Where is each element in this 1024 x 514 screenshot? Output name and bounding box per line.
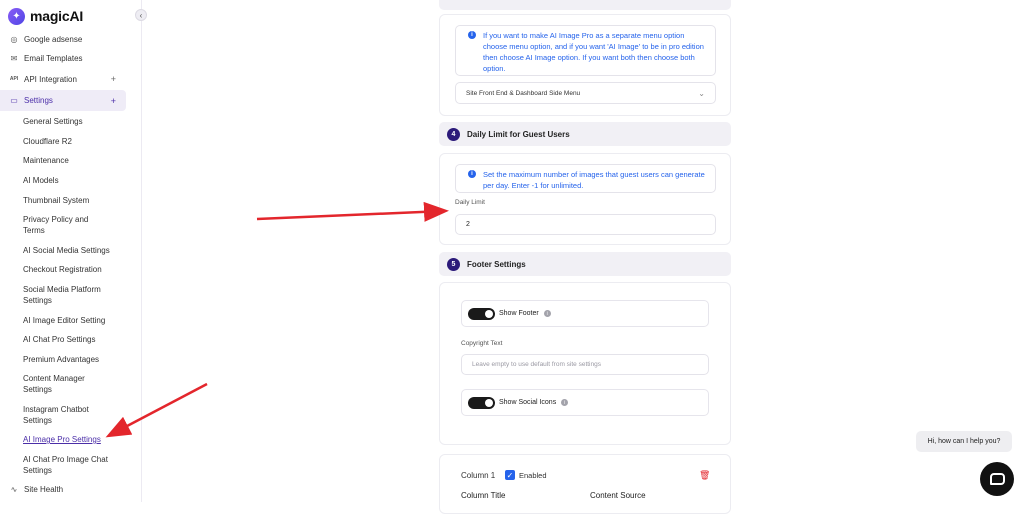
sparkle-logo-icon: ✦ (8, 7, 25, 25)
adsense-icon: ◎ (10, 34, 18, 44)
copyright-label: Copyright Text (461, 340, 503, 347)
api-icon: API (9, 76, 19, 82)
trash-icon[interactable]: 🗑 (699, 470, 710, 481)
column-1-panel (439, 454, 731, 514)
info-icon: i (468, 31, 476, 39)
sidebar-sub-maintenance[interactable]: Maintenance (23, 155, 135, 166)
sidebar-item-google-adsense[interactable]: ◎ Google adsense (0, 29, 126, 49)
sidebar-sub-ai-chat-pro[interactable]: AI Chat Pro Settings (23, 334, 135, 345)
chevron-down-icon: ⌄ (698, 88, 705, 98)
sidebar-sub-premium-advantages[interactable]: Premium Advantages (23, 354, 135, 365)
sidebar-sub-ai-models[interactable]: AI Models (23, 175, 135, 186)
content-source-label: Content Source (590, 491, 646, 500)
brand[interactable]: ✦ magicAI (8, 6, 83, 26)
section-3-header (439, 0, 731, 10)
sidebar-sub-general-settings[interactable]: General Settings (23, 116, 135, 127)
sidebar: ✦ magicAI ◎ Google adsense ✉ Email Templ… (0, 0, 142, 502)
toggle-label: Show Social Icons (499, 399, 557, 406)
column-title-label: Column Title (461, 491, 506, 500)
column-1-label: Column 1 (461, 471, 496, 480)
pulse-icon: ∿ (10, 484, 18, 494)
sidebar-item-label: Google adsense (24, 34, 83, 44)
show-social-icons-row: Show Social Icons i (461, 389, 709, 416)
enabled-checkbox[interactable]: ✓ (505, 470, 515, 480)
section-4-header: 4 Daily Limit for Guest Users (439, 122, 731, 146)
sidebar-item-label: Email Templates (24, 53, 83, 63)
chat-launcher-button[interactable] (980, 462, 1014, 496)
sidebar-sub-ai-image-pro[interactable]: AI Image Pro Settings (23, 434, 135, 445)
sidebar-sub-ai-chat-pro-image-chat[interactable]: AI Chat Pro Image Chat Settings (23, 454, 118, 476)
plus-icon[interactable]: + (111, 74, 116, 84)
sidebar-sub-social-media-platform[interactable]: Social Media Platform Settings (23, 284, 113, 306)
info-text: If you want to make AI Image Pro as a se… (483, 31, 704, 73)
section-5-header: 5 Footer Settings (439, 252, 731, 276)
sidebar-sub-thumbnail-system[interactable]: Thumbnail System (23, 195, 135, 206)
chat-icon (989, 473, 1005, 485)
plus-icon[interactable]: + (111, 96, 116, 106)
sidebar-sub-privacy-policy[interactable]: Privacy Policy and Terms (23, 214, 103, 236)
step-number-badge: 5 (447, 257, 460, 271)
show-footer-row: Show Footer i (461, 300, 709, 327)
sidebar-item-settings[interactable]: ▭ Settings + (0, 90, 126, 111)
info-box-daily-limit: i Set the maximum number of images that … (455, 164, 716, 193)
sidebar-item-label: API Integration (24, 74, 77, 84)
sidebar-item-label: Site Health (24, 484, 64, 494)
daily-limit-input[interactable]: 2 (455, 214, 716, 235)
chevron-left-icon: ‹ (139, 10, 143, 20)
collapse-sidebar-button[interactable]: ‹ (135, 9, 147, 21)
section-title: Footer Settings (467, 259, 526, 269)
sidebar-item-api-integration[interactable]: API API Integration + (0, 69, 126, 89)
sidebar-sub-checkout-registration[interactable]: Checkout Registration (23, 264, 135, 275)
info-box-menu-option: i If you want to make AI Image Pro as a … (455, 25, 716, 76)
sidebar-sub-cloudflare-r2[interactable]: Cloudflare R2 (23, 136, 135, 147)
daily-limit-label: Daily Limit (455, 199, 485, 206)
help-icon[interactable]: i (543, 310, 551, 317)
chat-greeting-bubble[interactable]: Hi, how can I help you? (916, 431, 1012, 452)
toggle-label: Show Footer (499, 310, 539, 317)
sidebar-item-label: Settings (24, 96, 53, 105)
show-social-icons-toggle[interactable] (468, 396, 495, 409)
sidebar-item-email-templates[interactable]: ✉ Email Templates (0, 48, 126, 68)
step-number-badge: 4 (447, 127, 460, 141)
sidebar-sub-ai-social-media-settings[interactable]: AI Social Media Settings (23, 245, 135, 256)
section-title: Daily Limit for Guest Users (467, 129, 570, 139)
sidebar-sub-instagram-chatbot[interactable]: Instagram Chatbot Settings (23, 404, 103, 426)
copyright-input[interactable]: Leave empty to use default from site set… (461, 354, 709, 375)
laptop-icon: ▭ (10, 96, 18, 105)
sidebar-sub-ai-image-editor[interactable]: AI Image Editor Setting (23, 315, 135, 326)
arrow-to-daily-limit (256, 201, 449, 222)
select-value: Site Front End & Dashboard Side Menu (466, 89, 581, 97)
sidebar-sub-content-manager[interactable]: Content Manager Settings (23, 373, 103, 395)
help-icon[interactable]: i (561, 399, 569, 406)
sidebar-item-site-health[interactable]: ∿ Site Health (0, 479, 126, 499)
mail-icon: ✉ (10, 53, 18, 63)
checkmark-icon: ✓ (506, 470, 514, 480)
show-footer-toggle[interactable] (468, 307, 495, 320)
enabled-label: Enabled (519, 471, 547, 480)
brand-name: magicAI (30, 8, 84, 24)
info-icon: i (468, 170, 476, 178)
info-text: Set the maximum number of images that gu… (483, 170, 705, 190)
menu-placement-select[interactable]: Site Front End & Dashboard Side Menu ⌄ (455, 82, 716, 104)
